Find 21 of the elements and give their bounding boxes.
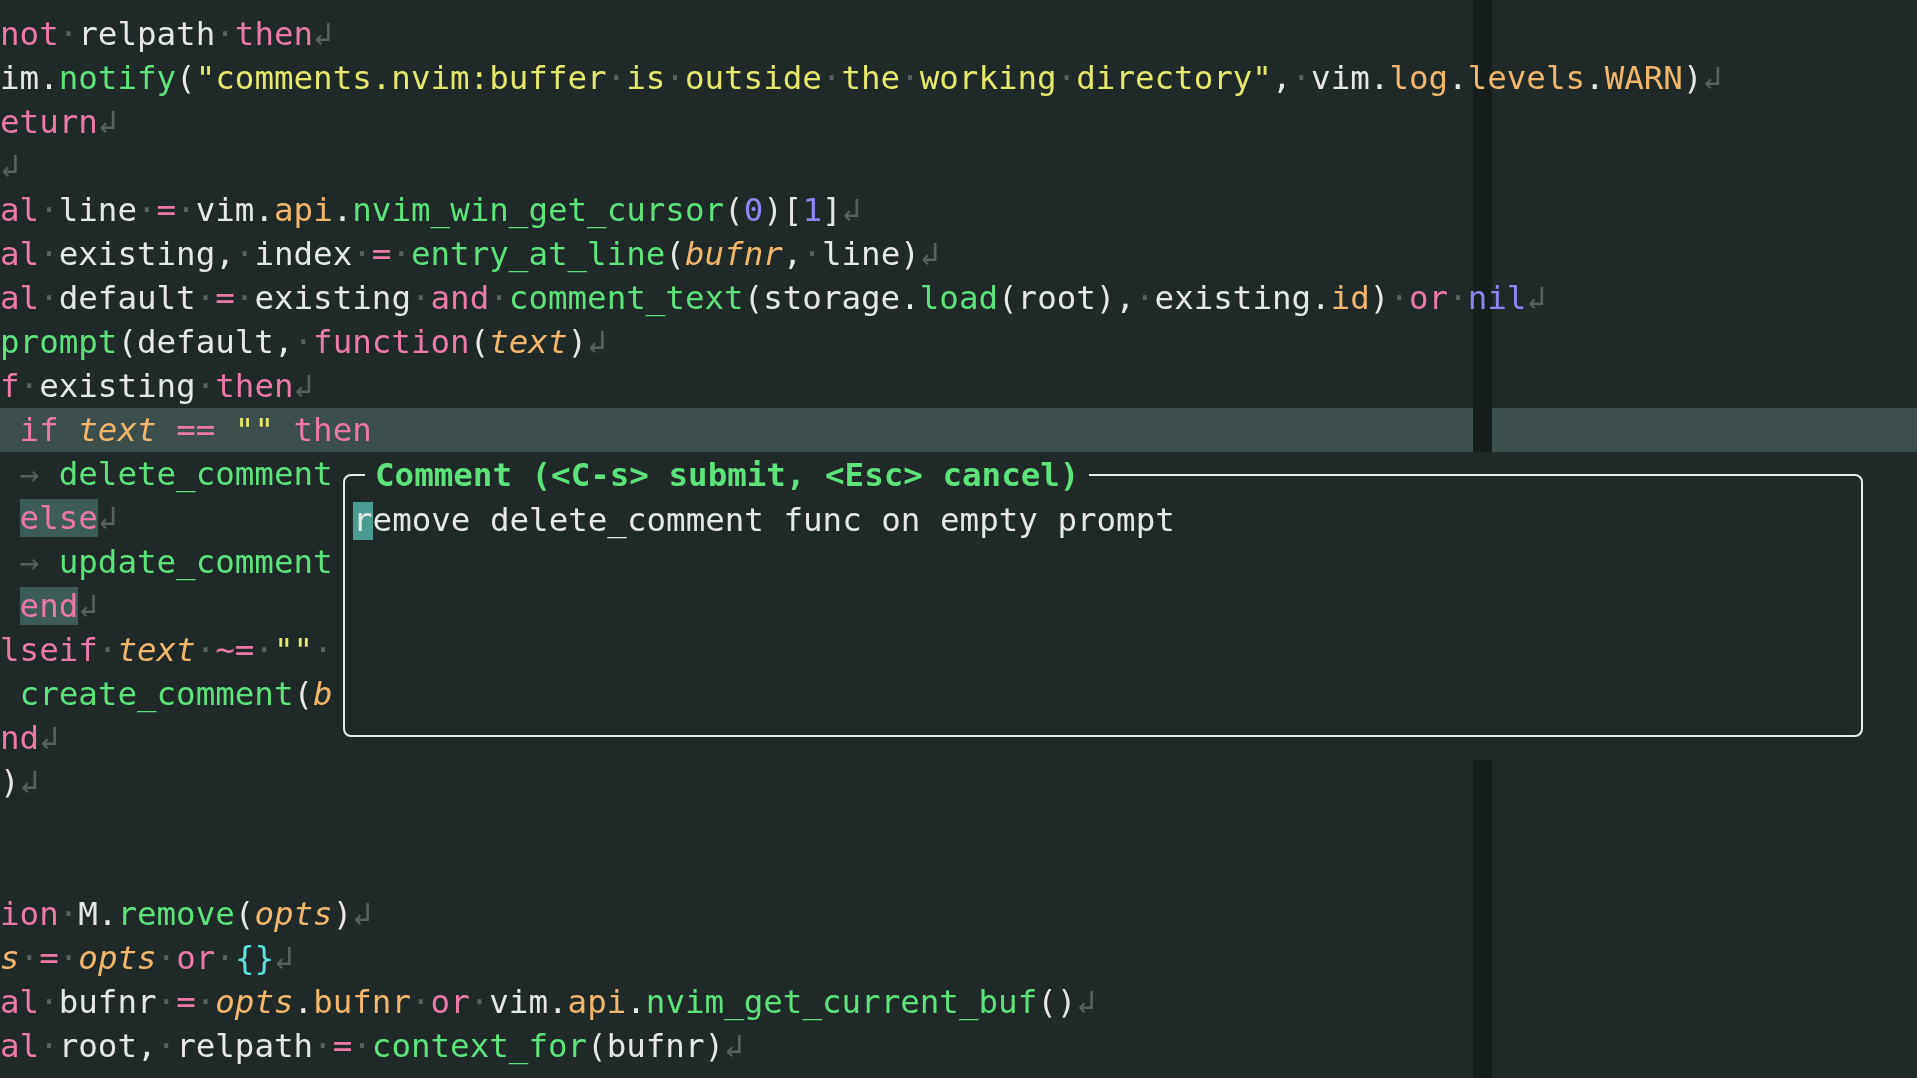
code-line: f·existing·then↲ bbox=[0, 366, 314, 407]
code-line: s·=·opts·or·{}↲ bbox=[0, 938, 294, 979]
code-line: not·relpath·then↲ bbox=[0, 14, 333, 55]
code-line: → update_comment bbox=[18, 542, 333, 583]
code-line: nd↲ bbox=[0, 718, 59, 759]
code-line: → delete_comment bbox=[18, 454, 333, 495]
code-line: else↲ bbox=[18, 498, 118, 539]
code-line: al·line·=·vim.api.nvim_win_get_cursor(0)[1]↲ bbox=[0, 190, 862, 231]
code-line: al·root,·relpath·=·context_for(bufnr)↲ bbox=[0, 1026, 744, 1067]
code-line: lseif·text·~=·""· bbox=[0, 630, 333, 671]
code-line: ion·M.remove(opts)↲ bbox=[0, 894, 372, 935]
code-line: )↲ bbox=[0, 762, 40, 803]
code-line: create_comment(b bbox=[18, 674, 333, 715]
code-line: al·existing,·index·=·entry_at_line(bufnr,·line)↲ bbox=[0, 234, 940, 275]
code-line: prompt(default,·function(text)↲ bbox=[0, 322, 607, 363]
code-line: ↲ bbox=[0, 146, 20, 187]
code-line: im.notify("comments.nvim:buffer·is·outside·the·working·directory",·vim.log.levels.WARN)↲ bbox=[0, 58, 1723, 99]
code-line: eturn↲ bbox=[0, 102, 118, 143]
code-line: end↲ bbox=[18, 586, 98, 627]
code-line: al·default·=·existing·and·comment_text(storage.load(root),·existing.id)·or·nil↲ bbox=[0, 278, 1546, 319]
code-line: al·bufnr·=·opts.bufnr·or·vim.api.nvim_get_current_buf()↲ bbox=[0, 982, 1096, 1023]
